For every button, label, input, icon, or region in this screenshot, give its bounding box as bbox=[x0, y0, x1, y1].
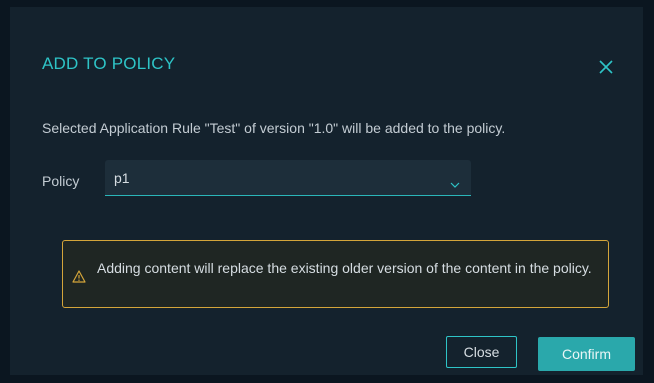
policy-label: Policy bbox=[42, 173, 80, 189]
dialog-message: Selected Application Rule "Test" of vers… bbox=[42, 120, 506, 136]
warning-icon bbox=[72, 270, 86, 283]
confirm-button[interactable]: Confirm bbox=[538, 337, 635, 371]
chevron-down-icon bbox=[450, 176, 460, 188]
add-to-policy-dialog: ADD TO POLICY Selected Application Rule … bbox=[10, 7, 643, 375]
close-button[interactable]: Close bbox=[446, 336, 517, 368]
warning-text: Adding content will replace the existing… bbox=[97, 260, 592, 276]
close-icon[interactable] bbox=[597, 58, 615, 76]
policy-selected-value: p1 bbox=[114, 170, 130, 186]
policy-select[interactable]: p1 bbox=[105, 160, 471, 196]
warning-banner: Adding content will replace the existing… bbox=[62, 240, 609, 308]
dialog-title: ADD TO POLICY bbox=[42, 54, 176, 73]
